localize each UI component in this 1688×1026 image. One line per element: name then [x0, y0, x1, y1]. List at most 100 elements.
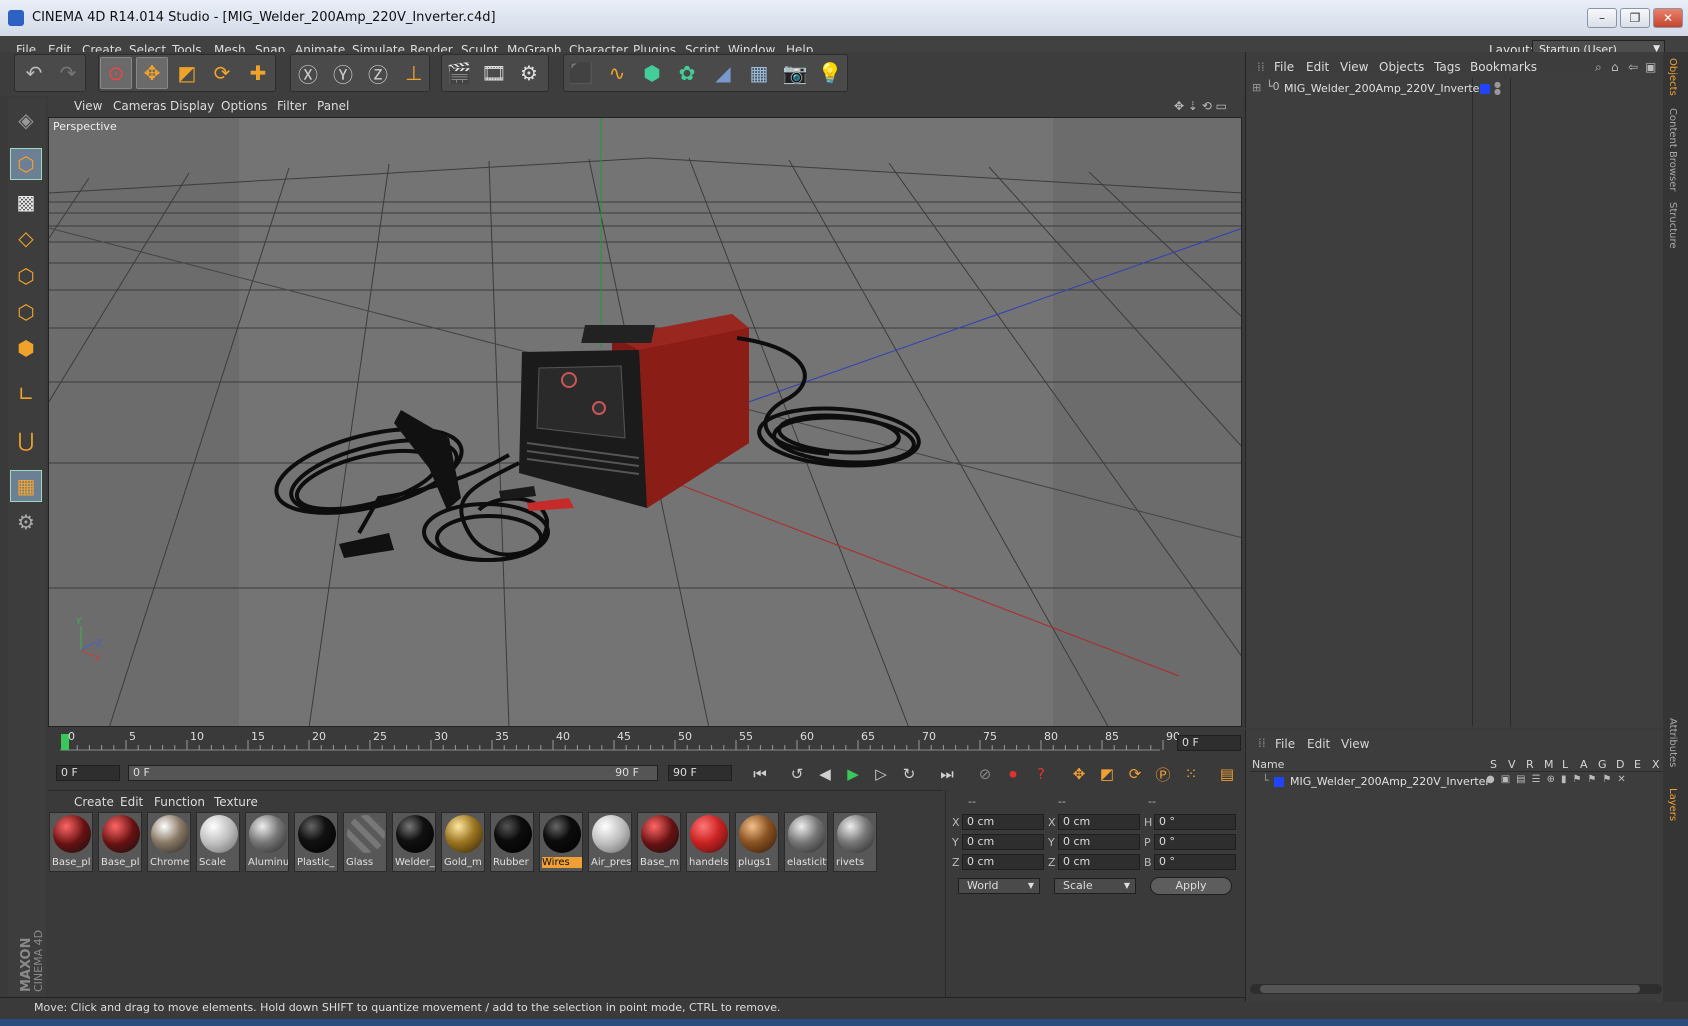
go-to-start-icon[interactable]: ⏮	[748, 762, 772, 786]
scale-tool-icon[interactable]: ◩	[171, 57, 203, 89]
z-axis-lock-icon[interactable]: Ⓩ	[362, 57, 394, 89]
workplane-icon[interactable]: ◇	[10, 222, 42, 254]
flag-r[interactable]: R	[1526, 758, 1534, 771]
size-x-field[interactable]: 0 cm	[1058, 814, 1140, 830]
timeline-ruler[interactable]: 0 5 10 15 20 25 30 35 40 45 50 55 60 65 70 75 80 85 90	[48, 728, 1243, 758]
flag-a[interactable]: A	[1580, 758, 1588, 771]
model-mode-icon[interactable]: ⬡	[10, 148, 42, 180]
material-swatch[interactable]: Glass	[343, 812, 387, 872]
flag-g[interactable]: G	[1598, 758, 1607, 771]
edges-mode-icon[interactable]: ⬡	[10, 296, 42, 328]
material-swatch[interactable]: Base_pl	[49, 812, 93, 872]
material-swatch[interactable]: Chrome	[147, 812, 191, 872]
coordinate-system-icon[interactable]: ⊥	[398, 57, 430, 89]
viewport-menu-view[interactable]: View	[74, 99, 102, 113]
close-button[interactable]: ✕	[1653, 8, 1683, 28]
tab-structure[interactable]: Structure	[1667, 202, 1678, 249]
previous-key-icon[interactable]: ↺	[785, 762, 809, 786]
go-to-end-icon[interactable]: ⏭	[935, 762, 959, 786]
layers-menu-file[interactable]: File	[1275, 737, 1295, 751]
viewport-menu-options[interactable]: Options	[221, 99, 267, 113]
arrow-icon[interactable]: ⇦	[1628, 60, 1638, 74]
material-swatch[interactable]: Base_m	[637, 812, 681, 872]
flag-x[interactable]: X	[1652, 758, 1660, 771]
objects-menu-edit[interactable]: Edit	[1306, 60, 1329, 74]
size-y-field[interactable]: 0 cm	[1058, 834, 1140, 850]
material-swatch[interactable]: Scale	[196, 812, 240, 872]
points-mode-icon[interactable]: ⬡	[10, 260, 42, 292]
material-menu-edit[interactable]: Edit	[120, 795, 143, 809]
next-key-icon[interactable]: ↻	[897, 762, 921, 786]
x-axis-lock-icon[interactable]: Ⓧ	[292, 57, 324, 89]
size-z-field[interactable]: 0 cm	[1058, 854, 1140, 870]
perspective-viewport[interactable]: Y X Z Perspective	[48, 117, 1242, 727]
viewport-menu-display[interactable]: Display	[170, 99, 214, 113]
camera-icon[interactable]: 📷	[779, 57, 811, 89]
viewport-menu-cameras[interactable]: Cameras	[113, 99, 166, 113]
search-icon[interactable]: ⌕	[1595, 60, 1602, 75]
rotation-b-field[interactable]: 0 °	[1154, 854, 1236, 870]
layers-menu-edit[interactable]: Edit	[1307, 737, 1330, 751]
current-frame-field[interactable]: 0 F	[1177, 735, 1241, 751]
object-row[interactable]: ⊞ └0 MIG_Welder_200Amp_220V_Inverter ● ●	[1248, 78, 1663, 100]
light-icon[interactable]: 💡	[814, 57, 846, 89]
record-keys-icon[interactable]: ⊘	[973, 762, 997, 786]
play-icon[interactable]: ▶	[841, 762, 865, 786]
home-icon[interactable]: ⌂	[1611, 60, 1619, 74]
layer-color-swatch[interactable]	[1480, 84, 1490, 94]
keyframe-selection-icon[interactable]: ?	[1029, 762, 1053, 786]
range-slider[interactable]: 0 F 90 F	[128, 765, 658, 781]
material-swatch[interactable]: Aluminu	[245, 812, 289, 872]
next-frame-icon[interactable]: ▷	[869, 762, 893, 786]
previous-frame-icon[interactable]: ◀	[813, 762, 837, 786]
objects-menu-objects[interactable]: Objects	[1379, 60, 1424, 74]
objects-menu-bookmarks[interactable]: Bookmarks	[1470, 60, 1537, 74]
position-y-field[interactable]: 0 cm	[962, 834, 1044, 850]
snap-magnet-icon[interactable]: ⋃	[10, 424, 42, 456]
polygons-mode-icon[interactable]: ⬢	[10, 332, 42, 364]
make-editable-icon[interactable]: ◈	[10, 104, 42, 136]
key-rotation-icon[interactable]: ⟳	[1123, 762, 1147, 786]
viewport-nav-icon[interactable]: ✥ ⇣ ⟲ ▭	[1174, 99, 1227, 113]
minimize-button[interactable]: –	[1587, 8, 1617, 28]
objects-menu-view[interactable]: View	[1340, 60, 1368, 74]
restore-button[interactable]: ❐	[1620, 8, 1650, 28]
timeline-window-icon[interactable]: ▤	[1215, 762, 1239, 786]
tab-content-browser[interactable]: Content Browser	[1667, 108, 1678, 191]
material-menu-create[interactable]: Create	[74, 795, 114, 809]
flag-d[interactable]: D	[1616, 758, 1624, 771]
solo-mode-icon[interactable]: ⚙	[10, 506, 42, 538]
layer-color-swatch[interactable]	[1274, 777, 1284, 787]
apply-button[interactable]: Apply	[1150, 877, 1232, 895]
layer-name[interactable]: MIG_Welder_200Amp_220V_Inverter	[1290, 775, 1490, 788]
layer-flag-icons[interactable]: ●▣▤☰⊕▮⚑⚑⚑✕	[1486, 774, 1632, 785]
horizontal-scrollbar[interactable]	[1250, 984, 1662, 994]
render-picture-viewer-icon[interactable]: 🎞	[478, 57, 510, 89]
material-swatch[interactable]: elasticity	[784, 812, 828, 872]
selection-tool-icon[interactable]: ⊙	[100, 57, 132, 89]
key-position-icon[interactable]: ✥	[1067, 762, 1091, 786]
material-menu-function[interactable]: Function	[154, 795, 205, 809]
y-axis-lock-icon[interactable]: Ⓨ	[327, 57, 359, 89]
workplane-lock-icon[interactable]: ▦	[10, 470, 42, 502]
material-swatch[interactable]: plugs1	[735, 812, 779, 872]
spline-icon[interactable]: ∿	[601, 57, 633, 89]
flag-e[interactable]: E	[1634, 758, 1641, 771]
end-frame-field[interactable]: 90 F	[668, 765, 732, 781]
floor-icon[interactable]: ▦	[743, 57, 775, 89]
size-mode-dropdown[interactable]: Scale ▼	[1054, 878, 1136, 894]
new-window-icon[interactable]: ▣	[1645, 60, 1656, 74]
layers-menu-view[interactable]: View	[1341, 737, 1369, 751]
flag-l[interactable]: L	[1562, 758, 1568, 771]
key-pla-icon[interactable]: ⁙	[1179, 762, 1203, 786]
redo-icon[interactable]: ↷	[52, 57, 84, 89]
autokey-icon[interactable]: ⏺	[1001, 762, 1025, 786]
tab-objects[interactable]: Objects	[1667, 58, 1678, 96]
material-swatch[interactable]: Gold_m	[441, 812, 485, 872]
material-swatch[interactable]: Rubber	[490, 812, 534, 872]
texture-mode-icon[interactable]: ▩	[10, 186, 42, 218]
material-swatch-selected[interactable]: Wires	[539, 812, 583, 872]
flag-s[interactable]: S	[1490, 758, 1497, 771]
rotation-p-field[interactable]: 0 °	[1154, 834, 1236, 850]
material-swatch[interactable]: Air_pres	[588, 812, 632, 872]
